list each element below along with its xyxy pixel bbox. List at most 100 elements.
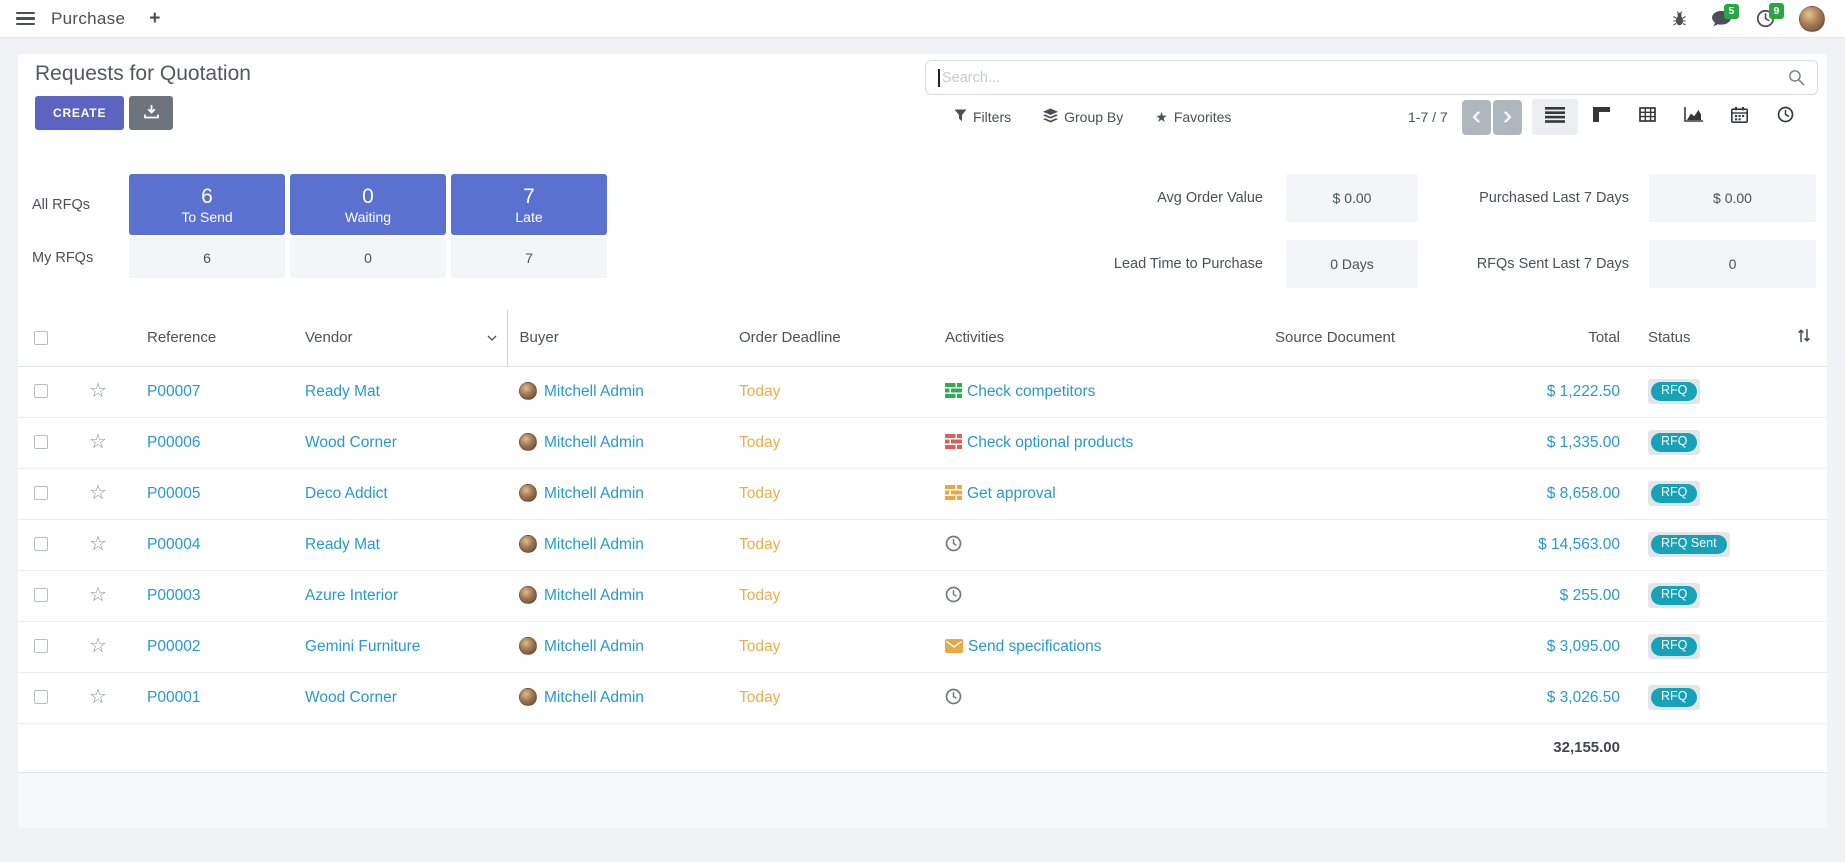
vendor-link[interactable]: Wood Corner bbox=[305, 689, 397, 706]
favorite-star-toggle[interactable]: ☆ bbox=[89, 584, 107, 606]
pivot-view-icon bbox=[1639, 107, 1656, 127]
column-header-total[interactable]: Total bbox=[1466, 310, 1636, 366]
column-header-status[interactable]: Status bbox=[1636, 310, 1781, 366]
messages-icon[interactable]: 5 bbox=[1711, 10, 1732, 28]
activity-label[interactable]: Send specifications bbox=[968, 638, 1102, 655]
column-header-activities[interactable]: Activities bbox=[933, 310, 1263, 366]
pager-next-button[interactable] bbox=[1493, 100, 1522, 135]
view-switch-graph[interactable] bbox=[1670, 99, 1716, 135]
table-row[interactable]: ☆ P00003 Azure Interior Mitchell Admin T… bbox=[18, 570, 1827, 621]
table-row[interactable]: ☆ P00006 Wood Corner Mitchell Admin Toda… bbox=[18, 417, 1827, 468]
search-icon[interactable] bbox=[1788, 69, 1817, 86]
view-switch-kanban[interactable] bbox=[1578, 99, 1624, 135]
table-row[interactable]: ☆ P00001 Wood Corner Mitchell Admin Toda… bbox=[18, 672, 1827, 723]
column-header-source-document[interactable]: Source Document bbox=[1263, 310, 1466, 366]
debug-bug-icon[interactable] bbox=[1672, 11, 1687, 27]
column-header-vendor[interactable]: Vendor bbox=[293, 310, 507, 366]
vendor-link[interactable]: Wood Corner bbox=[305, 434, 397, 451]
user-avatar[interactable] bbox=[1799, 6, 1825, 32]
view-switch-calendar[interactable] bbox=[1716, 99, 1762, 135]
list-empty-space bbox=[18, 773, 1827, 828]
vendor-link[interactable]: Ready Mat bbox=[305, 536, 380, 553]
activity-label[interactable]: Check competitors bbox=[967, 383, 1095, 400]
favorite-star-toggle[interactable]: ☆ bbox=[89, 533, 107, 555]
reference-link[interactable]: P00003 bbox=[147, 587, 200, 604]
table-row[interactable]: ☆ P00004 Ready Mat Mitchell Admin Today … bbox=[18, 519, 1827, 570]
view-switch-list[interactable] bbox=[1532, 99, 1578, 135]
reference-link[interactable]: P00005 bbox=[147, 485, 200, 502]
favorite-star-toggle[interactable]: ☆ bbox=[89, 686, 107, 708]
tasks-icon[interactable] bbox=[945, 383, 962, 398]
row-checkbox[interactable] bbox=[34, 486, 48, 500]
vendor-link[interactable]: Azure Interior bbox=[305, 587, 398, 604]
total-amount: $ 14,563.00 bbox=[1466, 519, 1636, 570]
buyer-link[interactable]: Mitchell Admin bbox=[544, 587, 644, 604]
favorites-button[interactable]: ★ Favorites bbox=[1155, 109, 1231, 125]
my-rfqs-label: My RFQs bbox=[32, 250, 93, 266]
group-by-button[interactable]: Group By bbox=[1043, 108, 1123, 126]
reference-link[interactable]: P00004 bbox=[147, 536, 200, 553]
reference-link[interactable]: P00006 bbox=[147, 434, 200, 451]
row-checkbox[interactable] bbox=[34, 537, 48, 551]
app-name[interactable]: Purchase bbox=[51, 9, 125, 29]
search-input[interactable] bbox=[926, 70, 1788, 86]
apps-menu-icon[interactable] bbox=[16, 12, 35, 26]
tasks-icon[interactable] bbox=[945, 485, 962, 500]
row-checkbox[interactable] bbox=[34, 639, 48, 653]
view-switch-pivot[interactable] bbox=[1624, 99, 1670, 135]
table-header-row: Reference Vendor Buyer Order Deadline Ac… bbox=[18, 310, 1827, 366]
table-row[interactable]: ☆ P00005 Deco Addict Mitchell Admin Toda… bbox=[18, 468, 1827, 519]
source-document-value bbox=[1263, 570, 1466, 621]
kpi-card-waiting[interactable]: 0 Waiting bbox=[290, 174, 446, 235]
clock-icon[interactable] bbox=[945, 535, 962, 552]
new-tab-button[interactable]: + bbox=[149, 9, 160, 28]
reference-link[interactable]: P00001 bbox=[147, 689, 200, 706]
clock-icon[interactable] bbox=[945, 586, 962, 603]
calendar-view-icon bbox=[1731, 107, 1748, 128]
search-box[interactable] bbox=[925, 60, 1818, 95]
filters-button[interactable]: Filters bbox=[954, 109, 1011, 125]
favorite-star-toggle[interactable]: ☆ bbox=[89, 431, 107, 453]
row-checkbox[interactable] bbox=[34, 384, 48, 398]
activity-label[interactable]: Get approval bbox=[967, 485, 1056, 502]
row-checkbox[interactable] bbox=[34, 690, 48, 704]
favorite-star-toggle[interactable]: ☆ bbox=[89, 635, 107, 657]
buyer-link[interactable]: Mitchell Admin bbox=[544, 434, 644, 451]
column-header-reference[interactable]: Reference bbox=[123, 310, 293, 366]
my-waiting-cell[interactable]: 0 bbox=[290, 238, 446, 278]
row-checkbox[interactable] bbox=[34, 435, 48, 449]
activities-clock-icon[interactable]: 9 bbox=[1756, 9, 1775, 28]
table-row[interactable]: ☆ P00007 Ready Mat Mitchell Admin Today … bbox=[18, 366, 1827, 417]
footer-total-amount: 32,155.00 bbox=[1466, 723, 1636, 772]
my-late-cell[interactable]: 7 bbox=[451, 238, 607, 278]
view-switch-activity[interactable] bbox=[1762, 99, 1808, 135]
clock-icon[interactable] bbox=[945, 688, 962, 705]
reference-link[interactable]: P00002 bbox=[147, 638, 200, 655]
buyer-link[interactable]: Mitchell Admin bbox=[544, 383, 644, 400]
column-header-buyer[interactable]: Buyer bbox=[507, 310, 727, 366]
source-document-value bbox=[1263, 519, 1466, 570]
reference-link[interactable]: P00007 bbox=[147, 383, 200, 400]
kpi-card-late[interactable]: 7 Late bbox=[451, 174, 607, 235]
favorite-star-toggle[interactable]: ☆ bbox=[89, 380, 107, 402]
buyer-link[interactable]: Mitchell Admin bbox=[544, 536, 644, 553]
row-checkbox[interactable] bbox=[34, 588, 48, 602]
pager-previous-button[interactable] bbox=[1462, 100, 1491, 135]
vendor-link[interactable]: Deco Addict bbox=[305, 485, 388, 502]
optional-columns-icon[interactable] bbox=[1797, 330, 1811, 347]
my-to-send-cell[interactable]: 6 bbox=[129, 238, 285, 278]
activity-label[interactable]: Check optional products bbox=[967, 434, 1133, 451]
page-title: Requests for Quotation bbox=[35, 62, 251, 86]
tasks-icon[interactable] bbox=[945, 434, 962, 449]
vendor-link[interactable]: Gemini Furniture bbox=[305, 638, 420, 655]
buyer-link[interactable]: Mitchell Admin bbox=[544, 638, 644, 655]
buyer-link[interactable]: Mitchell Admin bbox=[544, 485, 644, 502]
envelope-icon[interactable] bbox=[945, 639, 963, 653]
favorite-star-toggle[interactable]: ☆ bbox=[89, 482, 107, 504]
kpi-card-to-send[interactable]: 6 To Send bbox=[129, 174, 285, 235]
vendor-link[interactable]: Ready Mat bbox=[305, 383, 380, 400]
column-header-order-deadline[interactable]: Order Deadline bbox=[727, 310, 933, 366]
select-all-checkbox[interactable] bbox=[34, 331, 48, 345]
buyer-link[interactable]: Mitchell Admin bbox=[544, 689, 644, 706]
table-row[interactable]: ☆ P00002 Gemini Furniture Mitchell Admin… bbox=[18, 621, 1827, 672]
